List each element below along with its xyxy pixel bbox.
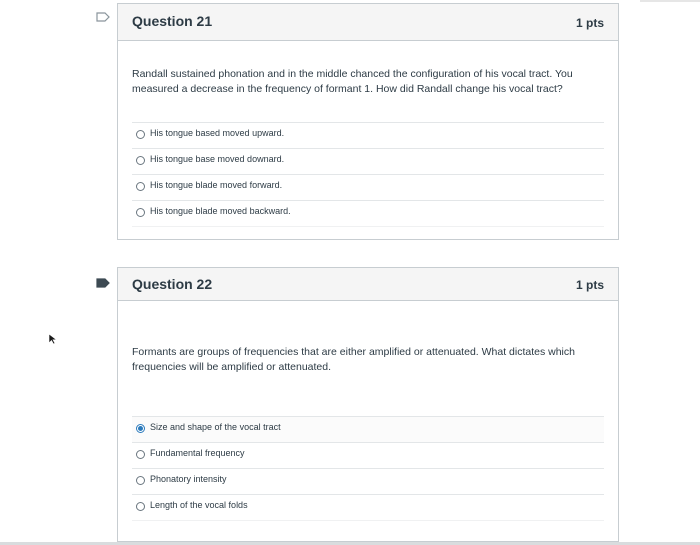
- answer-label[interactable]: His tongue base moved downard.: [150, 154, 284, 164]
- answer-label[interactable]: His tongue blade moved backward.: [150, 206, 291, 216]
- answer-option[interactable]: Size and shape of the vocal tract: [132, 416, 604, 442]
- question-card-21: Question 21 1 pts Randall sustained phon…: [117, 3, 619, 240]
- question-points: 1 pts: [575, 16, 604, 30]
- answer-option[interactable]: Fundamental frequency: [132, 442, 604, 468]
- radio-button[interactable]: [136, 156, 145, 165]
- radio-button[interactable]: [136, 182, 145, 191]
- answer-list: His tongue based moved upward. His tongu…: [132, 122, 604, 227]
- answer-label[interactable]: His tongue based moved upward.: [150, 128, 284, 138]
- answer-label[interactable]: Fundamental frequency: [150, 448, 245, 458]
- question-card-22: Question 22 1 pts Formants are groups of…: [117, 267, 619, 542]
- answer-option[interactable]: His tongue based moved upward.: [132, 122, 604, 148]
- answer-option[interactable]: His tongue blade moved backward.: [132, 200, 604, 227]
- question-points: 1 pts: [575, 278, 604, 292]
- flag-outline-icon[interactable]: [96, 12, 110, 22]
- radio-button[interactable]: [136, 502, 145, 511]
- answer-option[interactable]: His tongue base moved downard.: [132, 148, 604, 174]
- radio-button[interactable]: [136, 208, 145, 217]
- radio-button[interactable]: [136, 450, 145, 459]
- answer-option[interactable]: Length of the vocal folds: [132, 494, 604, 521]
- question-header: Question 21 1 pts: [118, 4, 618, 41]
- answer-label[interactable]: Length of the vocal folds: [150, 500, 248, 510]
- answer-label[interactable]: His tongue blade moved forward.: [150, 180, 282, 190]
- answer-label[interactable]: Size and shape of the vocal tract: [150, 422, 281, 432]
- mouse-cursor-icon: [48, 332, 58, 350]
- answer-option[interactable]: Phonatory intensity: [132, 468, 604, 494]
- question-header: Question 22 1 pts: [118, 268, 618, 301]
- radio-button[interactable]: [136, 130, 145, 139]
- question-text: Formants are groups of frequencies that …: [132, 346, 575, 373]
- answer-label[interactable]: Phonatory intensity: [150, 474, 227, 484]
- question-text: Randall sustained phonation and in the m…: [132, 68, 573, 95]
- top-edge: [640, 0, 700, 2]
- answer-list: Size and shape of the vocal tract Fundam…: [132, 416, 604, 521]
- radio-button-selected[interactable]: [136, 424, 145, 433]
- question-title: Question 22: [132, 276, 213, 292]
- answer-option[interactable]: His tongue blade moved forward.: [132, 174, 604, 200]
- radio-button[interactable]: [136, 476, 145, 485]
- flag-filled-icon[interactable]: [96, 278, 110, 288]
- question-title: Question 21: [132, 13, 213, 29]
